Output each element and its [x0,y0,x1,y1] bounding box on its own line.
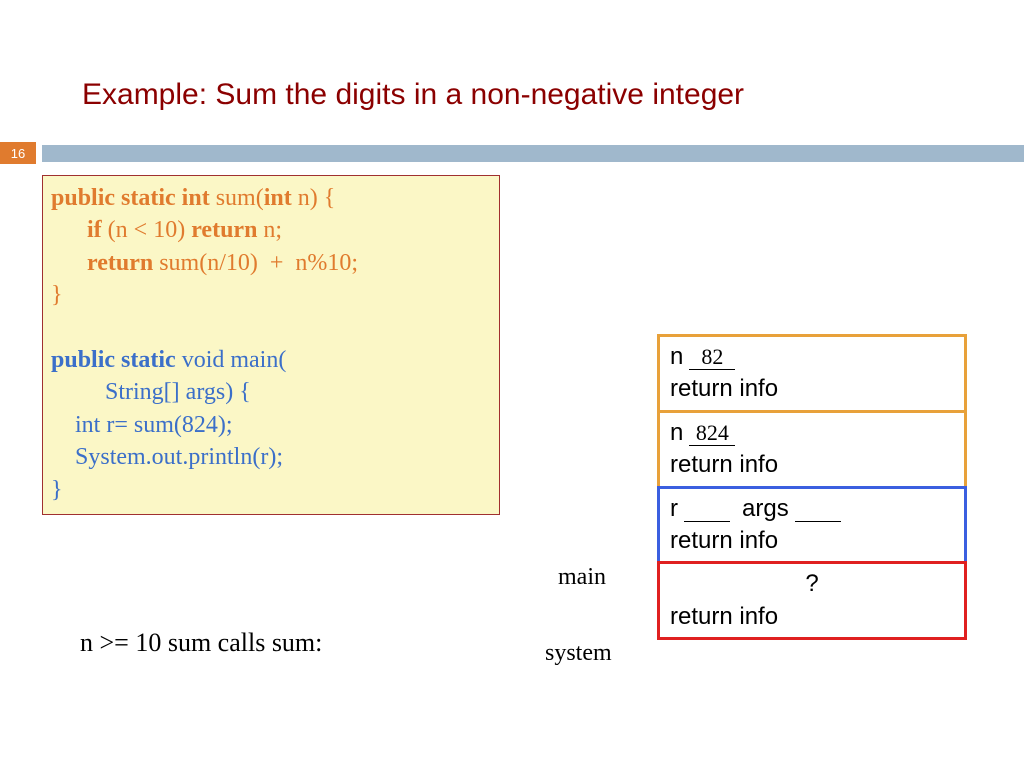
frame-var-n: n [670,417,683,449]
label-main: main [558,564,606,591]
code-line-m4: System.out.println(r); [51,441,491,473]
frame-val-82: 82 [689,346,735,370]
call-stack: n 82 return info n 824 return info r arg… [657,337,967,640]
code-line-3: return sum(n/10) + n%10; [51,247,491,279]
frame-question: ? [670,568,954,600]
label-system: system [545,640,612,667]
stack-frame-sum-82: n 82 return info [657,334,967,413]
code-line-m3: int r= sum(824); [51,409,491,441]
frame-return-info: return info [670,449,954,481]
code-line-4: } [51,279,491,311]
stack-frame-sum-824: n 824 return info [657,410,967,489]
frame-return-info: return info [670,601,954,633]
frame-var-n: n [670,341,683,373]
frame-return-info: return info [670,373,954,405]
code-line-m5: } [51,474,491,506]
stack-frame-main: r args return info [657,486,967,565]
frame-val-args [795,498,841,522]
code-blank [51,312,491,344]
header-ribbon: 16 [0,142,1024,164]
frame-val-r [684,498,730,522]
code-line-2: if (n < 10) return n; [51,214,491,246]
annotation-text: n >= 10 sum calls sum: [80,628,322,658]
slide-title: Example: Sum the digits in a non-negativ… [82,78,744,112]
frame-var-r: r [670,493,678,525]
code-line-1: public static int sum(int n) { [51,182,491,214]
page-number-tab: 16 [0,142,36,164]
frame-val-824: 824 [689,422,735,446]
frame-return-info: return info [670,525,954,557]
frame-var-args: args [742,493,789,525]
code-box: public static int sum(int n) { if (n < 1… [42,175,500,515]
ribbon-bar [42,145,1024,162]
stack-frame-system: ? return info [657,561,967,640]
code-line-m2: String[] args) { [51,376,491,408]
code-line-m1: public static void main( [51,344,491,376]
